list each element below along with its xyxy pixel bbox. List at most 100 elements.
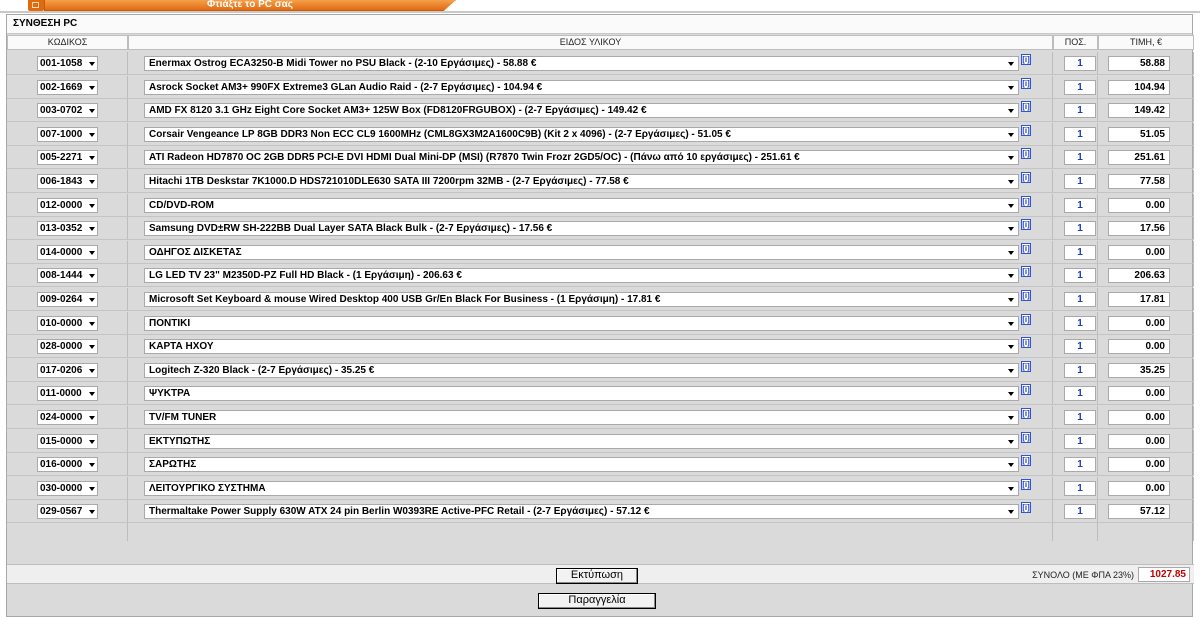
quantity-input[interactable]: 1 bbox=[1064, 315, 1096, 331]
info-icon[interactable]: [i] bbox=[1021, 172, 1031, 183]
info-icon[interactable]: [i] bbox=[1021, 290, 1031, 301]
item-select[interactable]: ΠΟΝΤΙΚΙ bbox=[144, 315, 1019, 331]
item-select[interactable]: Enermax Ostrog ECA3250-B Midi Tower no P… bbox=[144, 56, 1019, 71]
code-select[interactable]: 013-0352 bbox=[37, 221, 98, 237]
item-select[interactable]: ΕΚΤΥΠΩΤΗΣ bbox=[144, 433, 1019, 449]
info-icon[interactable]: [i] bbox=[1021, 384, 1031, 396]
item-value: CD/DVD-ROM bbox=[149, 199, 214, 211]
info-icon[interactable]: [i] bbox=[1021, 219, 1031, 231]
info-icon[interactable]: [i] bbox=[1021, 195, 1031, 207]
info-icon[interactable]: [i] bbox=[1021, 337, 1031, 349]
item-select[interactable]: ΛΕΙΤΟΥΡΓΙΚΟ ΣΥΣΤΗΜΑ bbox=[144, 480, 1019, 496]
info-icon[interactable]: [i] bbox=[1021, 313, 1031, 325]
code-select[interactable]: 002-1669 bbox=[37, 79, 98, 95]
code-value: 008-1444 bbox=[40, 270, 83, 282]
info-icon[interactable]: [i] bbox=[1021, 77, 1031, 89]
code-select[interactable]: 011-0000 bbox=[37, 386, 98, 402]
quantity-input[interactable]: 1 bbox=[1064, 56, 1096, 71]
quantity-input[interactable]: 1 bbox=[1064, 268, 1096, 284]
quantity-input[interactable]: 1 bbox=[1064, 292, 1096, 307]
info-icon[interactable]: [i] bbox=[1021, 266, 1031, 278]
item-select[interactable]: Hitachi 1TB Deskstar 7K1000.D HDS721010D… bbox=[144, 174, 1019, 189]
quantity-input[interactable]: 1 bbox=[1064, 410, 1096, 425]
chevron-down-icon bbox=[1008, 439, 1014, 444]
info-icon[interactable]: [i] bbox=[1021, 360, 1031, 372]
info-icon[interactable]: [i] bbox=[1021, 478, 1031, 490]
code-select[interactable]: 005-2271 bbox=[37, 150, 98, 166]
info-icon[interactable]: [i] bbox=[1021, 242, 1031, 254]
item-cell: Microsoft Set Keyboard & mouse Wired Des… bbox=[128, 288, 1053, 311]
price-cell: 57.12 bbox=[1098, 500, 1194, 524]
price-field: 149.42 bbox=[1108, 103, 1170, 119]
item-select[interactable]: ΨΥΚΤΡΑ bbox=[144, 386, 1019, 402]
code-select[interactable]: 014-0000 bbox=[37, 244, 98, 260]
table-row: 024-0000 TV/FM TUNER [i] 1 0.00 bbox=[7, 406, 1194, 429]
code-select[interactable]: 015-0000 bbox=[37, 433, 98, 449]
item-select[interactable]: ΣΑΡΩΤΗΣ bbox=[144, 457, 1019, 473]
code-select[interactable]: 009-0264 bbox=[37, 292, 98, 307]
quantity-input[interactable]: 1 bbox=[1064, 150, 1096, 166]
code-select[interactable]: 010-0000 bbox=[37, 315, 98, 331]
chevron-down-icon bbox=[89, 510, 95, 515]
quantity-input[interactable]: 1 bbox=[1064, 480, 1096, 496]
item-select[interactable]: Corsair Vengeance LP 8GB DDR3 Non ECC CL… bbox=[144, 126, 1019, 142]
item-select[interactable]: Logitech Z-320 Black - (2-7 Εργάσιμες) -… bbox=[144, 362, 1019, 378]
code-select[interactable]: 007-1000 bbox=[37, 126, 98, 142]
info-icon[interactable]: [i] bbox=[1021, 431, 1031, 443]
code-select[interactable]: 029-0567 bbox=[37, 504, 98, 520]
code-cell: 002-1669 bbox=[7, 75, 128, 99]
info-icon[interactable]: [i] bbox=[1021, 54, 1031, 65]
quantity-input[interactable]: 1 bbox=[1064, 386, 1096, 402]
code-select[interactable]: 012-0000 bbox=[37, 197, 98, 213]
quantity-input[interactable]: 1 bbox=[1064, 339, 1096, 355]
quantity-input[interactable]: 1 bbox=[1064, 126, 1096, 142]
info-icon[interactable]: [i] bbox=[1021, 148, 1031, 160]
quantity-input[interactable]: 1 bbox=[1064, 221, 1096, 237]
item-cell: ΚΑΡΤΑ ΗΧΟΥ [i] bbox=[128, 335, 1053, 359]
code-select[interactable]: 008-1444 bbox=[37, 268, 98, 284]
item-select[interactable]: Samsung DVD±RW SH-222BB Dual Layer SATA … bbox=[144, 221, 1019, 237]
item-select[interactable]: AMD FX 8120 3.1 GHz Eight Core Socket AM… bbox=[144, 103, 1019, 119]
quantity-input[interactable]: 1 bbox=[1064, 174, 1096, 189]
item-cell: Hitachi 1TB Deskstar 7K1000.D HDS721010D… bbox=[128, 170, 1053, 193]
code-select[interactable]: 016-0000 bbox=[37, 457, 98, 473]
info-icon[interactable]: [i] bbox=[1021, 124, 1031, 136]
chevron-down-icon bbox=[89, 439, 95, 444]
code-value: 001-1058 bbox=[40, 58, 83, 69]
print-button[interactable]: Εκτύπωση bbox=[556, 568, 638, 584]
quantity-input[interactable]: 1 bbox=[1064, 504, 1096, 520]
code-value: 010-0000 bbox=[40, 317, 83, 329]
code-cell: 009-0264 bbox=[7, 288, 128, 311]
quantity-input[interactable]: 1 bbox=[1064, 433, 1096, 449]
item-select[interactable]: ATI Radeon HD7870 OC 2GB DDR5 PCI-E DVI … bbox=[144, 150, 1019, 166]
item-select[interactable]: LG LED TV 23" M2350D-PZ Full HD Black - … bbox=[144, 268, 1019, 284]
item-select[interactable]: TV/FM TUNER bbox=[144, 410, 1019, 425]
item-select[interactable]: Thermaltake Power Supply 630W ATX 24 pin… bbox=[144, 504, 1019, 520]
code-select[interactable]: 028-0000 bbox=[37, 339, 98, 355]
quantity-input[interactable]: 1 bbox=[1064, 457, 1096, 473]
item-select[interactable]: Microsoft Set Keyboard & mouse Wired Des… bbox=[144, 292, 1019, 307]
quantity-input[interactable]: 1 bbox=[1064, 362, 1096, 378]
quantity-input[interactable]: 1 bbox=[1064, 244, 1096, 260]
code-value: 012-0000 bbox=[40, 199, 83, 211]
code-select[interactable]: 024-0000 bbox=[37, 410, 98, 425]
quantity-input[interactable]: 1 bbox=[1064, 197, 1096, 213]
info-icon[interactable]: [i] bbox=[1021, 502, 1031, 514]
quantity-input[interactable]: 1 bbox=[1064, 103, 1096, 119]
item-select[interactable]: ΚΑΡΤΑ ΗΧΟΥ bbox=[144, 339, 1019, 355]
item-select[interactable]: Asrock Socket AM3+ 990FX Extreme3 GLan A… bbox=[144, 79, 1019, 95]
quantity-input[interactable]: 1 bbox=[1064, 79, 1096, 95]
code-select[interactable]: 001-1058 bbox=[37, 56, 98, 71]
item-select[interactable]: CD/DVD-ROM bbox=[144, 197, 1019, 213]
order-button[interactable]: Παραγγελία bbox=[538, 593, 656, 609]
tab-build-pc[interactable]: Φτιάξτε το PC σας bbox=[44, 0, 456, 11]
code-select[interactable]: 003-0702 bbox=[37, 103, 98, 119]
code-select[interactable]: 030-0000 bbox=[37, 480, 98, 496]
tab-underline bbox=[0, 11, 1200, 13]
code-select[interactable]: 006-1843 bbox=[37, 174, 98, 189]
info-icon[interactable]: [i] bbox=[1021, 101, 1031, 113]
info-icon[interactable]: [i] bbox=[1021, 455, 1031, 467]
code-select[interactable]: 017-0206 bbox=[37, 362, 98, 378]
item-select[interactable]: ΟΔΗΓΟΣ ΔΙΣΚΕΤΑΣ bbox=[144, 244, 1019, 260]
info-icon[interactable]: [i] bbox=[1021, 408, 1031, 419]
